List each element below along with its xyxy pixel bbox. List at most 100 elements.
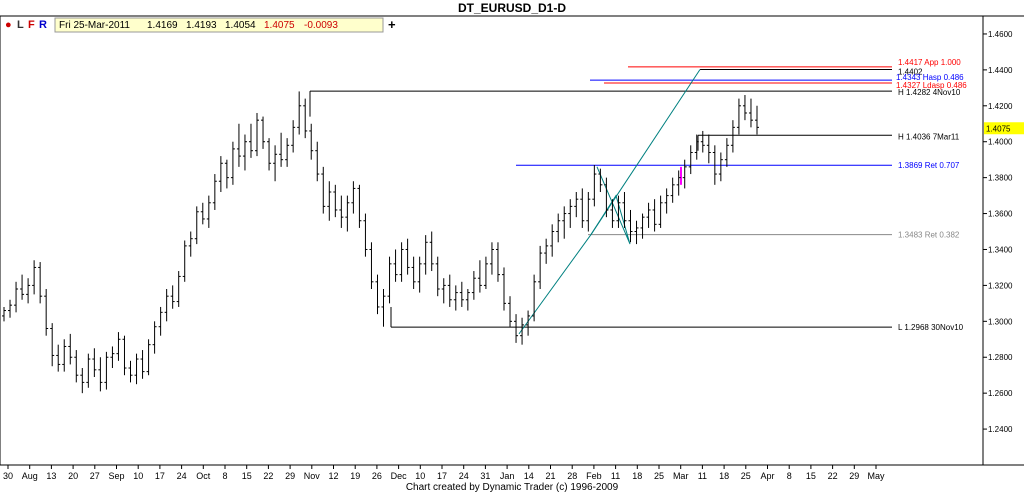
ohlc-bar xyxy=(128,360,133,383)
ohlc-bar xyxy=(550,224,555,257)
x-tick-label: 15 xyxy=(806,471,816,481)
x-tick-label: 14 xyxy=(524,471,534,481)
level-label: L 1.2968 30Nov10 xyxy=(898,323,964,332)
level-label: 1.3483 Ret 0.382 xyxy=(898,231,960,240)
ohlc-bar xyxy=(242,134,247,171)
x-tick-label: 27 xyxy=(90,471,100,481)
ohlc-bar xyxy=(501,267,506,311)
ohlc-bar xyxy=(14,281,19,313)
ohlc-bar xyxy=(718,152,723,182)
ohlc-bar xyxy=(447,274,452,307)
ohlc-bar xyxy=(508,296,513,327)
level-label: 1.4417 App 1.000 xyxy=(898,58,961,67)
ohlc-bar xyxy=(26,278,31,304)
y-tick-label: 1.4400 xyxy=(988,66,1013,75)
y-tick-label: 1.3400 xyxy=(988,245,1013,254)
x-tick-label: 11 xyxy=(698,471,707,481)
ohlc-bar xyxy=(495,242,500,282)
y-tick-label: 1.2400 xyxy=(988,425,1013,434)
ohlc-bar xyxy=(441,278,446,304)
x-tick-label: Dec xyxy=(391,471,408,481)
ohlc-bar xyxy=(688,145,693,175)
ohlc-bar xyxy=(291,120,296,153)
f-button[interactable]: F xyxy=(28,19,35,31)
ohlc-bar xyxy=(2,306,6,322)
x-tick-label: Jan xyxy=(500,471,515,481)
y-tick-label: 1.4000 xyxy=(988,138,1013,147)
ohlc-bar xyxy=(670,177,675,203)
ohlc-bar xyxy=(8,299,13,318)
ohlc-bar xyxy=(453,285,458,311)
x-tick-label: 21 xyxy=(545,471,555,481)
x-tick-label: Aug xyxy=(22,471,38,481)
ohlc-bar xyxy=(20,274,25,300)
ohlc-bar xyxy=(345,195,350,232)
ohlc-bar xyxy=(730,120,735,153)
chart-title: DT_EURUSD_D1-D xyxy=(458,1,566,15)
ohlc-high: 1.4193 xyxy=(186,20,217,31)
x-tick-label: 10 xyxy=(415,471,425,481)
ohlc-bar xyxy=(44,288,49,336)
x-tick-label: 18 xyxy=(719,471,729,481)
ohlc-bar xyxy=(538,245,543,289)
x-tick-label: 11 xyxy=(611,471,620,481)
ohlc-bar xyxy=(375,274,380,315)
ohlc-bar xyxy=(86,353,91,388)
ohlc-bar xyxy=(104,351,109,390)
ohlc-bar xyxy=(363,213,368,257)
ohlc-bar xyxy=(489,242,494,275)
ohlc-bar xyxy=(194,206,199,245)
ohlc-bar xyxy=(212,174,217,210)
record-dot-icon[interactable]: ● xyxy=(5,19,12,31)
x-tick-label: Feb xyxy=(586,471,602,481)
ohlc-bar xyxy=(544,238,549,264)
ohlc-bar xyxy=(393,249,398,282)
ohlc-bar xyxy=(146,339,151,376)
ohlc-bar xyxy=(748,98,753,128)
add-button[interactable]: + xyxy=(388,17,396,32)
ohlc-bar xyxy=(158,306,163,336)
l-button[interactable]: L xyxy=(17,19,24,31)
ohlc-bar xyxy=(176,271,181,307)
ohlc-bar xyxy=(182,240,187,282)
ohlc-bar xyxy=(459,281,464,307)
y-tick-label: 1.3200 xyxy=(988,281,1013,290)
y-tick-label: 1.3800 xyxy=(988,174,1013,183)
y-tick-label: 1.4200 xyxy=(988,102,1013,111)
y-tick-label: 1.2600 xyxy=(988,389,1013,398)
ohlc-bar xyxy=(303,98,308,139)
x-tick-label: 8 xyxy=(787,471,792,481)
x-tick-label: 18 xyxy=(632,471,642,481)
ohlc-bar xyxy=(170,285,175,309)
r-button[interactable]: R xyxy=(39,19,47,31)
ohlc-bar xyxy=(682,159,687,189)
ohlc-bar xyxy=(369,242,374,289)
ohlc-bar xyxy=(116,332,121,361)
ohlc-bar xyxy=(604,177,609,218)
ohlc-bar xyxy=(188,231,193,257)
ohlc-bar xyxy=(471,271,476,300)
ohlc-bar xyxy=(248,123,253,158)
ohlc-bar xyxy=(592,165,597,207)
ohlc-bar xyxy=(417,256,422,293)
ohlc-bar xyxy=(634,220,639,245)
x-tick-label: 26 xyxy=(372,471,382,481)
ohlc-bar xyxy=(357,184,362,228)
ohlc-bar xyxy=(628,209,633,243)
ohlc-bar xyxy=(38,262,43,304)
last-price-label: 1.4075 xyxy=(986,124,1011,133)
x-tick-label: 29 xyxy=(285,471,295,481)
ohlc-bar xyxy=(62,339,67,372)
ohlc-bar xyxy=(658,195,663,228)
x-tick-label: 24 xyxy=(459,471,469,481)
x-tick-label: 25 xyxy=(741,471,751,481)
ohlc-bar xyxy=(321,166,326,214)
ohlc-bar xyxy=(152,321,157,354)
ohlc-bar xyxy=(68,333,73,365)
footer-credit: Chart created by Dynamic Trader (c) 1996… xyxy=(406,482,619,493)
ohlc-bar xyxy=(483,256,488,289)
ohlc-bar xyxy=(399,242,404,282)
ohlc-bar xyxy=(736,98,741,135)
ohlc-bar xyxy=(230,141,235,185)
ohlc-bar xyxy=(327,181,332,221)
